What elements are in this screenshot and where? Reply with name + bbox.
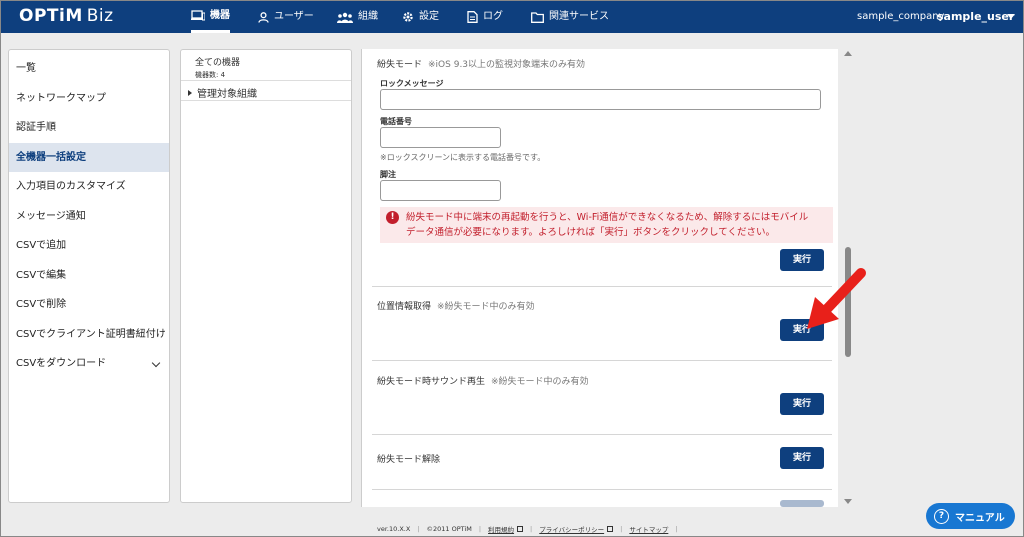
lost-mode-note: ※iOS 9.3以上の監視対象端末のみ有効	[428, 60, 586, 70]
user-icon	[258, 11, 269, 23]
location-title: 位置情報取得 ※紛失モード中のみ有効	[377, 299, 535, 312]
company-name: sample_company	[857, 11, 945, 22]
unlock-execute-button[interactable]: 実行	[780, 447, 824, 469]
logo-brand: OPTiM	[19, 6, 83, 26]
nav-devices-label: 機器	[210, 9, 230, 21]
sidebar-item-list[interactable]: 一覧	[9, 54, 169, 84]
terms-link[interactable]: 利用規約	[488, 524, 524, 534]
help-icon: ?	[934, 508, 949, 524]
sound-title: 紛失モード時サウンド再生 ※紛失モード中のみ有効	[377, 374, 589, 387]
footer-separator: |	[417, 525, 420, 533]
sidebar-item-csv-download[interactable]: CSVをダウンロード	[9, 349, 169, 379]
version-text: ver.10.X.X	[377, 525, 411, 533]
tree-group-managed-org[interactable]: 管理対象組織	[181, 81, 351, 101]
top-header: OPTiM Biz 機器 ユーザー 組織 設定 ログ 関連サービス sample_…	[1, 1, 1023, 33]
user-menu[interactable]: sample_user	[937, 10, 1014, 23]
logo[interactable]: OPTiM Biz	[19, 6, 114, 26]
sidebar-item-bulk-settings[interactable]: 全機器一括設定	[9, 142, 169, 172]
sound-title-text: 紛失モード時サウンド再生	[377, 377, 486, 387]
external-link-icon	[607, 526, 614, 532]
nav-users[interactable]: ユーザー	[258, 1, 314, 33]
warning-line-2: データ通信が必要になります。よろしければ「実行」ボタンをクリックしてください。	[406, 227, 775, 238]
log-icon	[467, 11, 478, 23]
divider	[372, 360, 832, 361]
device-count: 機器数: 4	[195, 71, 226, 79]
exclamation-icon: !	[386, 211, 399, 224]
unlock-title: 紛失モード解除	[377, 452, 440, 465]
phone-input[interactable]	[380, 127, 501, 148]
sidebar-item-network-map[interactable]: ネットワークマップ	[9, 84, 169, 114]
chevron-down-icon[interactable]	[151, 358, 161, 368]
organization-icon	[337, 12, 353, 23]
nav-organization-label: 組織	[358, 11, 378, 22]
tree-all-devices[interactable]: 全ての機器 機器数: 4	[181, 50, 351, 81]
nav-related-services-label: 関連サービス	[549, 11, 609, 22]
scroll-up-icon[interactable]	[844, 51, 852, 56]
location-note: ※紛失モード中のみ有効	[437, 302, 535, 312]
sidebar-item-csv-edit[interactable]: CSVで編集	[9, 261, 169, 291]
device-icon	[191, 10, 205, 21]
nav-users-label: ユーザー	[274, 11, 314, 22]
footnote-input[interactable]	[380, 180, 501, 201]
sidebar-item-csv-delete[interactable]: CSVで削除	[9, 290, 169, 320]
unlock-title-text: 紛失モード解除	[377, 455, 441, 465]
main-panel	[361, 49, 838, 507]
sidebar-item-csv-add[interactable]: CSVで追加	[9, 231, 169, 261]
sidebar: 一覧 ネットワークマップ 認証手順 全機器一括設定 入力項目のカスタマイズ メッ…	[8, 49, 170, 503]
footer-separator: |	[620, 525, 623, 533]
privacy-link-label: プライバシーポリシー	[539, 526, 605, 534]
footer: ver.10.X.X | ©2011 OPTiM | 利用規約 | プライバシー…	[377, 524, 678, 534]
footer-separator: |	[530, 525, 533, 533]
terms-link-label: 利用規約	[488, 526, 515, 534]
folder-icon	[531, 11, 544, 23]
manual-button-label: マニュアル	[955, 512, 1005, 524]
device-tree: 全ての機器 機器数: 4 管理対象組織	[180, 49, 352, 503]
external-link-icon	[517, 526, 524, 532]
nav-log[interactable]: ログ	[467, 1, 503, 33]
sidebar-item-csv-download-label: CSVをダウンロード	[16, 358, 107, 369]
chevron-down-icon[interactable]	[1007, 14, 1015, 19]
sidebar-item-customize-fields[interactable]: 入力項目のカスタマイズ	[9, 172, 169, 202]
sidebar-item-message-notify[interactable]: メッセージ通知	[9, 202, 169, 232]
footer-separator: |	[675, 525, 678, 533]
caret-right-icon[interactable]	[188, 89, 192, 96]
divider	[372, 434, 832, 435]
nav-settings[interactable]: 設定	[402, 1, 439, 33]
sidebar-item-auth-procedure[interactable]: 認証手順	[9, 113, 169, 143]
warning-message: ! 紛失モード中に端末の再起動を行うと、Wi-Fi通信ができなくなるため、解除す…	[380, 207, 833, 243]
divider	[372, 489, 832, 490]
copyright-text: ©2011 OPTiM	[426, 525, 472, 533]
sitemap-link-label: サイトマップ	[629, 526, 669, 534]
sound-execute-button[interactable]: 実行	[780, 393, 824, 415]
lock-message-input[interactable]	[380, 89, 821, 110]
nav-log-label: ログ	[483, 11, 503, 22]
nav-related-services[interactable]: 関連サービス	[531, 1, 609, 33]
gear-icon	[403, 12, 413, 22]
phone-label: 電話番号	[380, 117, 412, 126]
sound-note: ※紛失モード中のみ有効	[491, 377, 589, 387]
footnote-label: 脚注	[380, 170, 396, 179]
red-arrow-icon	[807, 268, 866, 329]
nav-organization[interactable]: 組織	[337, 1, 378, 33]
sidebar-item-csv-client-cert[interactable]: CSVでクライアント証明書紐付け	[9, 320, 169, 350]
next-execute-button[interactable]	[780, 500, 824, 507]
divider	[372, 286, 832, 287]
tree-title: 全ての機器	[195, 58, 241, 68]
lost-mode-title: 紛失モード ※iOS 9.3以上の監視対象端末のみ有効	[377, 57, 585, 70]
nav-settings-label: 設定	[419, 11, 439, 22]
logo-product: Biz	[86, 6, 114, 26]
manual-button[interactable]: ? マニュアル	[926, 503, 1015, 529]
lock-message-label: ロックメッセージ	[380, 79, 444, 88]
scroll-down-icon[interactable]	[844, 499, 852, 504]
footer-separator: |	[478, 525, 482, 533]
nav-devices[interactable]: 機器	[191, 1, 230, 33]
location-title-text: 位置情報取得	[377, 302, 432, 312]
lost-mode-title-text: 紛失モード	[377, 60, 423, 70]
tree-group-label: 管理対象組織	[197, 89, 257, 100]
sitemap-link[interactable]: サイトマップ	[629, 524, 668, 534]
phone-hint: ※ロックスクリーンに表示する電話番号です。	[380, 153, 546, 162]
warning-line-1: 紛失モード中に端末の再起動を行うと、Wi-Fi通信ができなくなるため、解除するに…	[406, 212, 809, 223]
privacy-link[interactable]: プライバシーポリシー	[539, 524, 614, 534]
